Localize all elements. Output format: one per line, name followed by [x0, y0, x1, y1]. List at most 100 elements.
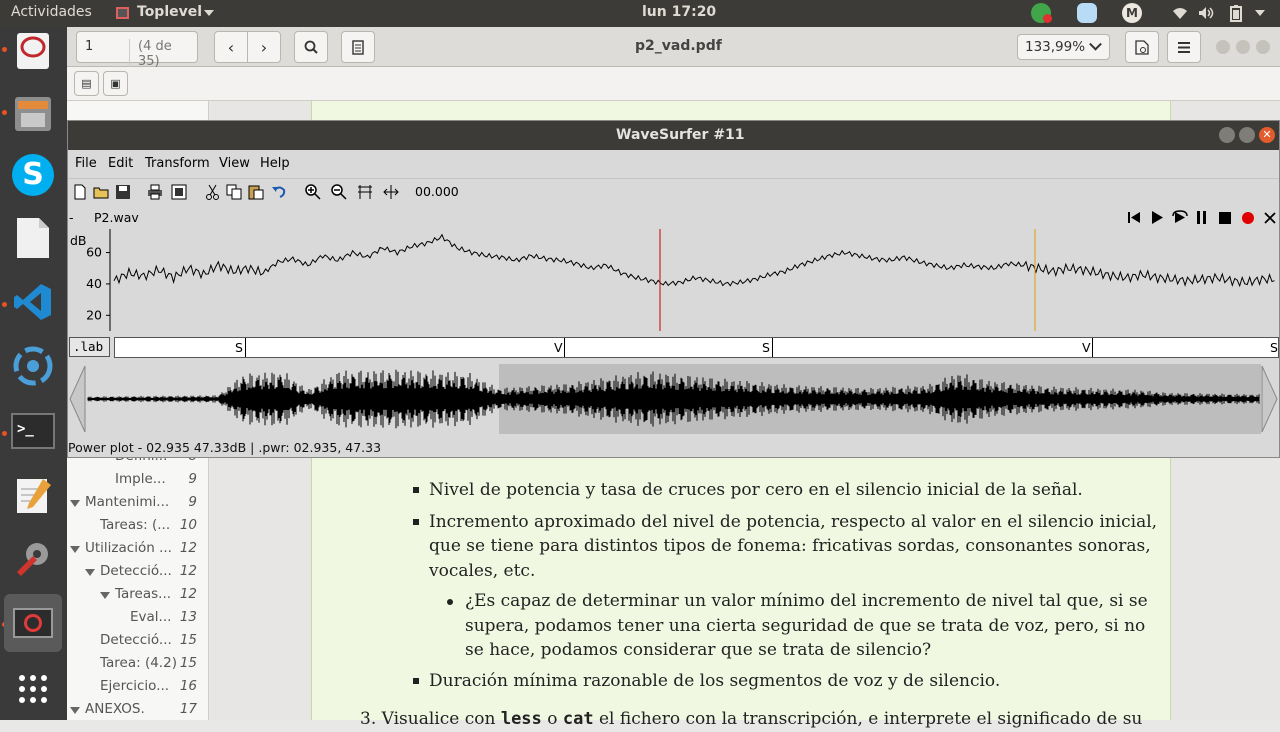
expander-arrow-icon[interactable]	[70, 546, 80, 553]
lab-file-button[interactable]: .lab	[69, 337, 110, 357]
scroll-right-icon[interactable]	[1261, 365, 1278, 433]
menu-help[interactable]: Help	[260, 156, 290, 171]
segment-label[interactable]: V	[1082, 340, 1091, 355]
segment-boundary[interactable]	[564, 338, 565, 357]
waveform-overview[interactable]	[68, 364, 1279, 434]
pause-icon[interactable]	[1196, 211, 1207, 224]
libreoffice-draw-icon[interactable]	[9, 27, 57, 75]
zoom-selection-icon[interactable]	[383, 184, 399, 200]
swirl-app-icon[interactable]	[9, 342, 57, 390]
battery-icon[interactable]	[1230, 5, 1242, 22]
expander-arrow-icon[interactable]	[100, 592, 110, 599]
segment-label[interactable]: V	[554, 340, 563, 355]
activities-button[interactable]: Actividades	[11, 4, 92, 20]
terminal-icon[interactable]: >_	[9, 407, 57, 455]
zoom-out-icon[interactable]	[331, 184, 347, 200]
new-file-icon[interactable]	[72, 184, 88, 200]
close-icon[interactable]: ✕	[1259, 127, 1275, 143]
scroll-left-icon[interactable]	[69, 365, 86, 433]
power-plot[interactable]: 60 40 20	[68, 229, 1279, 331]
toc-item[interactable]: Tarea: (4.2) 15	[67, 653, 209, 676]
clock[interactable]: lun 17:20	[642, 4, 716, 20]
show-apps-icon[interactable]	[9, 665, 57, 713]
close-sound-icon[interactable]	[1264, 212, 1276, 224]
menu-edit[interactable]: Edit	[108, 156, 133, 171]
previous-page-button[interactable]: ‹	[214, 31, 248, 63]
document-icon[interactable]	[9, 214, 57, 262]
segment-label[interactable]: S	[762, 340, 770, 355]
toc-item[interactable]: Detecció... 12	[67, 561, 209, 584]
toc-item[interactable]: Mantenimi... 9	[67, 492, 209, 515]
wavesurfer-titlebar[interactable]: WaveSurfer #11 ✕	[68, 121, 1279, 150]
save-icon[interactable]	[115, 184, 131, 200]
y-tick-label: 60	[86, 245, 102, 260]
waveform[interactable]	[68, 364, 1279, 434]
sound-menu-dash[interactable]: -	[69, 210, 74, 225]
segment-boundary[interactable]	[1092, 338, 1093, 357]
minimize-icon[interactable]	[1219, 127, 1235, 143]
segment-label[interactable]: S	[235, 340, 243, 355]
copy-icon[interactable]	[226, 184, 242, 200]
menu-view[interactable]: View	[219, 156, 250, 171]
volume-icon[interactable]	[1198, 6, 1214, 20]
zoom-fit-icon[interactable]	[357, 184, 373, 200]
cut-icon[interactable]	[205, 184, 221, 200]
record-icon[interactable]	[1242, 212, 1254, 224]
system-menu-chevron-icon[interactable]	[1255, 10, 1265, 16]
skip-to-start-icon[interactable]	[1127, 211, 1141, 224]
app-menu[interactable]: Toplevel	[137, 4, 202, 20]
paste-icon[interactable]	[248, 184, 264, 200]
properties-button[interactable]	[1125, 31, 1159, 63]
expander-arrow-icon[interactable]	[70, 500, 80, 507]
undo-icon[interactable]	[271, 184, 287, 200]
user-avatar[interactable]: M	[1122, 3, 1142, 23]
file-cabinet-icon[interactable]	[9, 89, 57, 137]
search-button[interactable]	[294, 31, 328, 63]
index-toggle-button[interactable]: ▤	[74, 71, 99, 96]
skype-tray-icon[interactable]	[1077, 3, 1097, 23]
zoom-in-icon[interactable]	[305, 184, 321, 200]
toc-item[interactable]: Eval... 13	[67, 607, 209, 630]
power-plot-pane[interactable]: dB 60 40 20	[68, 229, 1279, 331]
menu-file[interactable]: File	[75, 156, 97, 171]
running-indicator	[2, 431, 7, 436]
toc-item[interactable]: Tareas... 12	[67, 584, 209, 607]
next-page-button[interactable]: ›	[247, 31, 281, 63]
label-track[interactable]: SVSVS	[114, 337, 1279, 358]
text-editor-icon[interactable]	[9, 471, 57, 519]
annotations-button[interactable]	[341, 31, 375, 63]
play-icon[interactable]	[1151, 211, 1164, 224]
vscode-icon[interactable]	[9, 278, 57, 326]
segment-label[interactable]: S	[1270, 340, 1278, 355]
toc-item[interactable]: Detecció... 15	[67, 630, 209, 653]
main-menu-button[interactable]	[1167, 31, 1201, 63]
maximize-icon[interactable]	[1236, 40, 1250, 54]
minimize-icon[interactable]	[1216, 40, 1230, 54]
toc-item[interactable]: Utilización ... 12	[67, 538, 209, 561]
toc-item[interactable]: ANEXOS. 17	[67, 699, 209, 722]
segment-boundary[interactable]	[245, 338, 246, 357]
thumbnails-toggle-button[interactable]: ▣	[103, 71, 128, 96]
page-entry[interactable]: 1 (4 de 35)	[76, 31, 198, 69]
toc-item[interactable]: Imple... 9	[67, 469, 209, 492]
page-input[interactable]: 1	[85, 39, 93, 54]
maximize-icon[interactable]	[1239, 127, 1255, 143]
expander-arrow-icon[interactable]	[85, 569, 95, 576]
open-folder-icon[interactable]	[93, 184, 109, 200]
toc-item[interactable]: Tareas: (... 10	[67, 515, 209, 538]
active-app-icon[interactable]	[4, 594, 62, 652]
close-icon[interactable]	[1256, 40, 1270, 54]
segment-boundary[interactable]	[772, 338, 773, 357]
settings-tools-icon[interactable]	[9, 534, 57, 582]
stop-icon[interactable]	[1219, 212, 1231, 224]
expander-arrow-icon[interactable]	[70, 707, 80, 714]
play-loop-icon[interactable]	[1171, 210, 1189, 225]
wifi-icon[interactable]	[1172, 6, 1188, 20]
menu-transform[interactable]: Transform	[145, 156, 210, 171]
properties-icon[interactable]	[171, 184, 187, 200]
zoom-select[interactable]: 133,99%	[1017, 34, 1110, 60]
toc-item[interactable]: Ejercicio... 16	[67, 676, 209, 699]
skype-icon[interactable]: S	[9, 151, 57, 199]
print-icon[interactable]	[147, 184, 163, 200]
label-pane[interactable]: .lab S V S V S	[68, 336, 1279, 358]
